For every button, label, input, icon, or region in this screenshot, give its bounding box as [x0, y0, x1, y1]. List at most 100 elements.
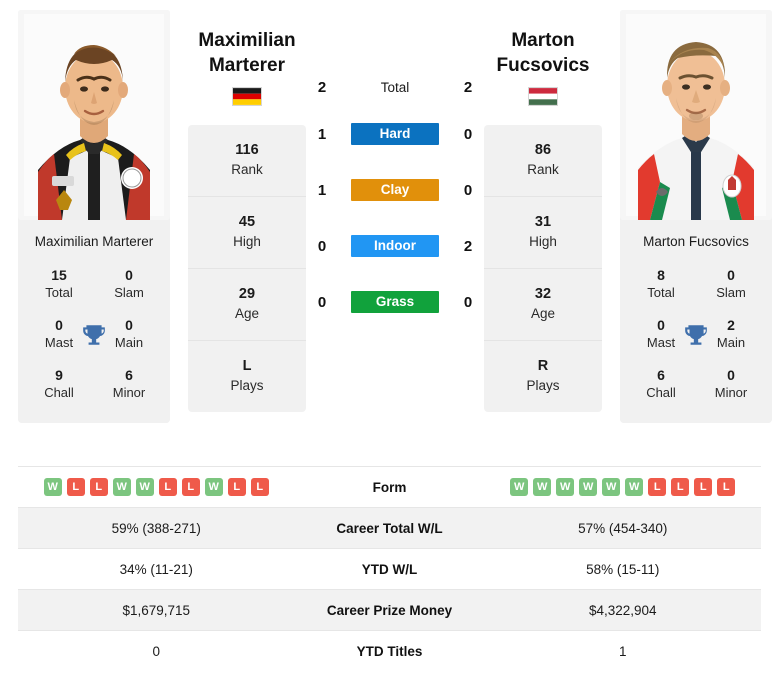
left-rank: 116 Rank — [188, 125, 306, 197]
left-titles-total: 15 Total — [24, 261, 94, 311]
left-player-photo — [18, 10, 170, 220]
h2h-surface-row-grass: 0 Grass 0 — [310, 274, 480, 330]
label: Chall — [44, 385, 74, 400]
label: Total — [647, 285, 675, 300]
h2h-total-label: Total — [380, 79, 410, 95]
left-player-header: Maximilian Marterer — [172, 28, 322, 106]
h2h-indoor-left: 0 — [317, 237, 327, 255]
form-badge-loss: L — [671, 478, 690, 496]
value: 116 — [235, 142, 259, 158]
comparison-table: WLLWWLLWLL Form WWWWWWLLLL 59% (388-271)… — [0, 466, 779, 671]
left-player-rank-card: 116 Rank 45 High 29 Age L Plays — [188, 125, 306, 412]
right-titles-slam: 0 Slam — [696, 261, 766, 311]
left-age: 29 Age — [188, 269, 306, 341]
h2h-surface-row-hard: 1 Hard 0 — [310, 106, 480, 162]
right-plays: R Plays — [484, 341, 602, 412]
left-titles-mast: 0 Mast — [24, 311, 105, 361]
right-name-line2: Fucsovics — [496, 55, 590, 76]
surface-bar-hard[interactable]: Hard — [351, 123, 439, 145]
surface-bar-indoor[interactable]: Indoor — [351, 235, 439, 257]
right-name-line1: Marton — [511, 30, 575, 51]
form-badge-loss: L — [250, 478, 269, 496]
value: R — [537, 358, 549, 374]
value: 31 — [534, 214, 552, 230]
left-player-name: Maximilian Marterer — [18, 220, 170, 261]
left-titles-slam: 0 Slam — [94, 261, 164, 311]
form-badge-win: W — [135, 478, 154, 496]
right-player-panel: Marton Fucsovics 8 Total 0 Slam 0 Mast 2… — [620, 10, 772, 423]
form-badge-loss: L — [694, 478, 713, 496]
comparison-header: Maximilian Marterer 15 Total 0 Slam 0 Ma… — [0, 0, 779, 466]
value: L — [242, 358, 252, 374]
label: Total — [45, 285, 73, 300]
form-badge-loss: L — [717, 478, 736, 496]
form-badge-win: W — [625, 478, 644, 496]
left-ytd-wl: 34% (11-21) — [119, 561, 193, 577]
left-player-titles: 15 Total 0 Slam 0 Mast 0 Main 9 Chall 6 … — [18, 261, 170, 423]
label: Minor — [112, 385, 146, 400]
form-badge-loss: L — [158, 478, 177, 496]
label: High — [233, 234, 261, 249]
form-badge-win: W — [510, 478, 529, 496]
value: 6 — [657, 367, 665, 383]
label: Plays — [230, 378, 264, 393]
right-titles-total: 8 Total — [626, 261, 696, 311]
right-player-rank-card: 86 Rank 31 High 32 Age R Plays — [484, 125, 602, 412]
left-career-prize-money: $1,679,715 — [122, 602, 191, 618]
form-badge-win: W — [112, 478, 131, 496]
right-form-cell: WWWWWWLLLL — [485, 478, 762, 496]
right-titles-main: 2 Main — [696, 311, 766, 361]
right-player-header: Marton Fucsovics — [468, 28, 618, 106]
label: Minor — [714, 385, 748, 400]
h2h-total-row: 2 Total 2 — [310, 68, 480, 106]
value: 0 — [727, 367, 735, 383]
label: Age — [530, 306, 556, 321]
right-titles-minor: 0 Minor — [696, 361, 766, 411]
right-career-prize-money: $4,322,904 — [588, 602, 657, 618]
form-badge-win: W — [533, 478, 552, 496]
label: Age — [234, 306, 260, 321]
row-label-career-prize-money: Career Prize Money — [326, 602, 453, 618]
h2h-clay-left: 1 — [317, 181, 327, 199]
table-row-form: WLLWWLLWLL Form WWWWWWLLLL — [18, 466, 761, 507]
label: Rank — [527, 162, 559, 177]
left-player-card[interactable]: Maximilian Marterer 15 Total 0 Slam 0 Ma… — [18, 10, 170, 423]
label: Slam — [114, 285, 144, 300]
right-player-card[interactable]: Marton Fucsovics 8 Total 0 Slam 0 Mast 2… — [620, 10, 772, 423]
left-player-panel: Maximilian Marterer 15 Total 0 Slam 0 Ma… — [18, 10, 170, 423]
label: Main — [114, 335, 144, 350]
form-badge-loss: L — [181, 478, 200, 496]
label: Rank — [231, 162, 263, 177]
form-badge-win: W — [204, 478, 223, 496]
surface-bar-grass[interactable]: Grass — [351, 291, 439, 313]
label: Slam — [716, 285, 746, 300]
right-ytd-titles: 1 — [618, 643, 627, 659]
row-label-ytd-titles: YTD Titles — [356, 643, 423, 659]
right-player-titles: 8 Total 0 Slam 0 Mast 2 Main 6 Chall 0 M… — [620, 261, 772, 423]
right-player-name: Marton Fucsovics — [620, 220, 772, 261]
form-badge-win: W — [602, 478, 621, 496]
table-row-career-total-wl: 59% (388-271) Career Total W/L 57% (454-… — [18, 507, 761, 548]
form-badge-win: W — [579, 478, 598, 496]
value: 86 — [534, 142, 552, 158]
head-to-head-column: 2 Total 2 1 Hard 0 1 Clay 0 0 Indoor 2 0 — [310, 10, 480, 330]
left-titles-main: 0 Main — [94, 311, 164, 361]
row-label-form: Form — [372, 479, 407, 495]
left-name-line2: Marterer — [208, 55, 286, 76]
right-titles-chall: 6 Chall — [626, 361, 696, 411]
right-age: 32 Age — [484, 269, 602, 341]
h2h-grass-right: 0 — [463, 293, 473, 311]
label: High — [529, 234, 557, 249]
value: 8 — [657, 267, 665, 283]
surface-bar-clay[interactable]: Clay — [351, 179, 439, 201]
form-badge-loss: L — [89, 478, 108, 496]
value: 45 — [238, 214, 256, 230]
player-comparison-page: Maximilian Marterer 15 Total 0 Slam 0 Ma… — [0, 0, 779, 699]
h2h-clay-right: 0 — [463, 181, 473, 199]
left-career-total-wl: 59% (388-271) — [111, 520, 201, 536]
right-form-badges: WWWWWWLLLL — [510, 478, 736, 496]
left-name-line1: Maximilian — [198, 30, 296, 51]
value: 15 — [51, 267, 67, 283]
label: Plays — [526, 378, 560, 393]
h2h-grass-left: 0 — [317, 293, 327, 311]
